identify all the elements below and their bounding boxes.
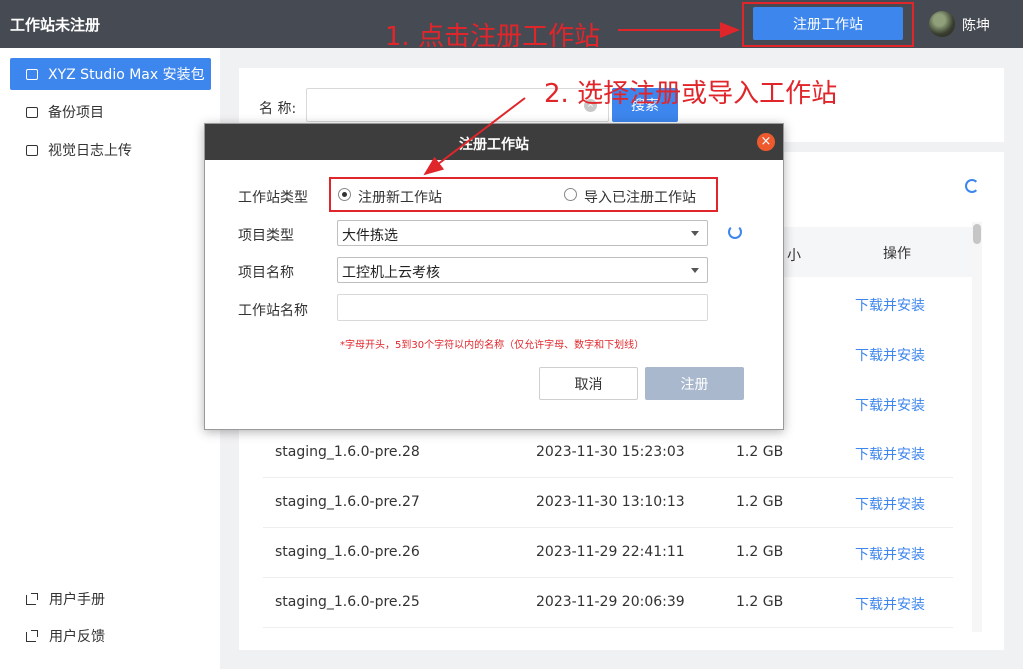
annotation-arrows — [423, 22, 740, 176]
arrow-step2 — [423, 97, 526, 176]
